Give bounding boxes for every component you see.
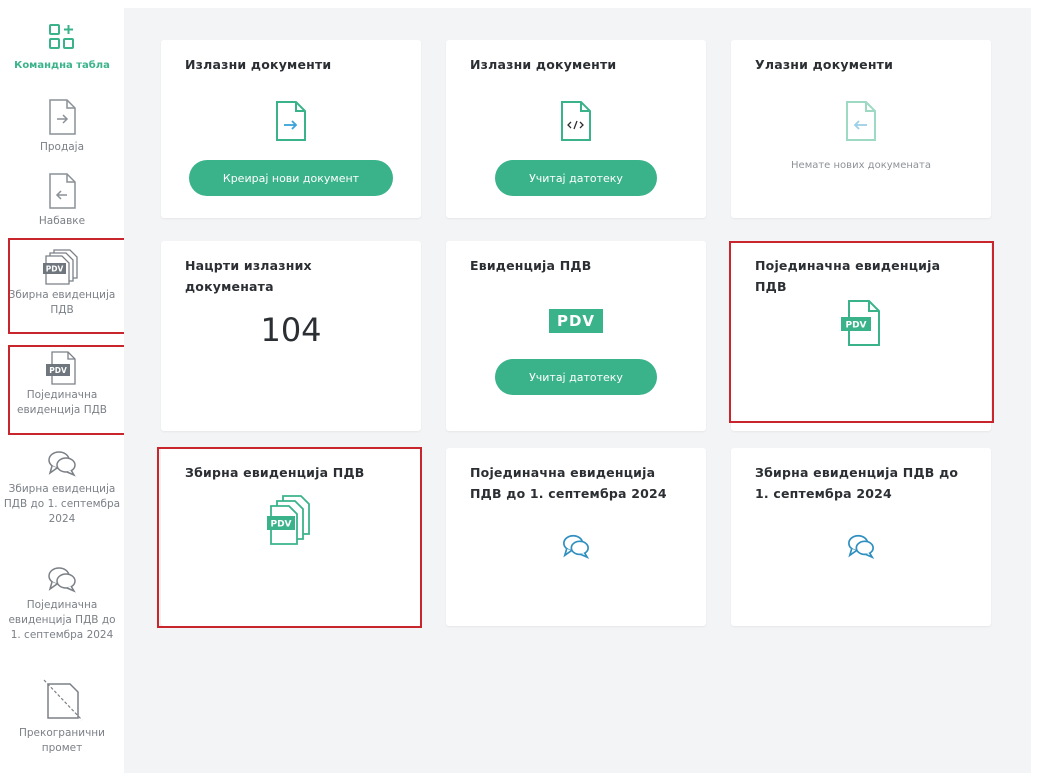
sidebar-item-cross-border[interactable]: Прекогранични промет (0, 678, 124, 756)
card-title: Збирна евиденција ПДВ (185, 465, 365, 480)
sidebar-item-individual-vat[interactable]: PDV Појединачна евиденција ПДВ (0, 350, 124, 418)
chat-icon (46, 564, 78, 594)
outgoing-doc-icon (273, 100, 309, 146)
xml-doc-icon (558, 100, 594, 146)
sidebar-item-purchases[interactable]: Набавке (0, 172, 124, 229)
pdv-stack-icon: PDV (42, 248, 82, 286)
incoming-doc-icon (46, 172, 78, 210)
sidebar-item-label: Набавке (38, 215, 86, 227)
pdv-icon-text: PDV (46, 265, 64, 274)
sidebar-item-label: Командна табла (14, 60, 110, 71)
upload-vat-file-button[interactable]: Учитај датотеку (495, 359, 657, 395)
sidebar-item-label: Продаја (39, 141, 85, 153)
card-title: Излазни документи (185, 57, 332, 72)
card-title: Улазни документи (755, 57, 894, 72)
pdv-stack-icon: PDV (261, 494, 321, 554)
card-title: Евиденција ПДВ (470, 258, 592, 273)
pdv-icon-text: PDV (49, 366, 67, 375)
sidebar-item-label: Збирна евиденција ПДВ (8, 289, 116, 316)
drafts-count: 104 (260, 311, 322, 349)
chat-icon (561, 532, 591, 564)
pdv-icon-text: PDV (845, 321, 866, 331)
sidebar-item-individual-vat-old[interactable]: Појединачна евиденција ПДВ до 1. септемб… (0, 564, 124, 643)
card-title: Збирна евиденција ПДВ до 1. септембра 20… (755, 465, 959, 501)
sidebar-item-label: Збирна евиденција ПДВ до 1. септембра 20… (3, 483, 121, 525)
sidebar-item-summary-vat-old[interactable]: Збирна евиденција ПДВ до 1. септембра 20… (0, 448, 124, 527)
card-title: Појединачна евиденција ПДВ (755, 258, 941, 294)
card-title: Нацрти излазних докумената (185, 258, 312, 294)
sidebar-item-sales[interactable]: Продаја (0, 98, 124, 155)
pdv-badge: PDV (548, 309, 604, 333)
pdv-icon-text: PDV (270, 520, 291, 530)
card-vat-records: Евиденција ПДВ PDV Учитај датотеку (446, 241, 706, 431)
chat-icon (846, 532, 876, 564)
sidebar: Командна табла Продаја Набавке PDV Збирн… (0, 0, 124, 773)
pdv-doc-icon: PDV (835, 297, 887, 353)
create-document-button[interactable]: Креирај нови документ (188, 160, 394, 196)
card-individual-vat[interactable]: Појединачна евиденција ПДВ PDV (731, 241, 991, 431)
card-title: Излазни документи (470, 57, 617, 72)
sidebar-item-label: Појединачна евиденција ПДВ до 1. септемб… (8, 599, 116, 641)
pdv-doc-icon: PDV (43, 350, 81, 386)
dashboard-main: Излазни документи Креирај нови документ … (124, 8, 1031, 773)
card-incoming: Улазни документи Немате нових докумената (731, 40, 991, 218)
card-drafts[interactable]: Нацрти излазних докумената 104 (161, 241, 421, 431)
card-summary-vat[interactable]: Збирна евиденција ПДВ PDV (161, 448, 421, 626)
card-individual-vat-old[interactable]: Појединачна евиденција ПДВ до 1. септемб… (446, 448, 706, 626)
upload-file-button[interactable]: Учитај датотеку (495, 160, 657, 196)
card-outgoing-create: Излазни документи Креирај нови документ (161, 40, 421, 218)
dashboard-icon (47, 22, 77, 52)
card-title: Појединачна евиденција ПДВ до 1. септемб… (470, 465, 667, 501)
sidebar-item-label: Прекогранични промет (19, 727, 105, 754)
incoming-doc-icon (843, 100, 879, 146)
sidebar-item-summary-vat[interactable]: PDV Збирна евиденција ПДВ (0, 248, 124, 318)
sidebar-item-label: Појединачна евиденција ПДВ (16, 389, 108, 416)
no-new-documents-text: Немате нових докумената (791, 160, 931, 171)
sidebar-item-dashboard[interactable]: Командна табла (0, 22, 124, 73)
outgoing-doc-icon (46, 98, 78, 136)
chat-icon (46, 448, 78, 478)
cross-border-icon (40, 678, 84, 722)
card-outgoing-upload: Излазни документи Учитај датотеку (446, 40, 706, 218)
card-summary-vat-old[interactable]: Збирна евиденција ПДВ до 1. септембра 20… (731, 448, 991, 626)
